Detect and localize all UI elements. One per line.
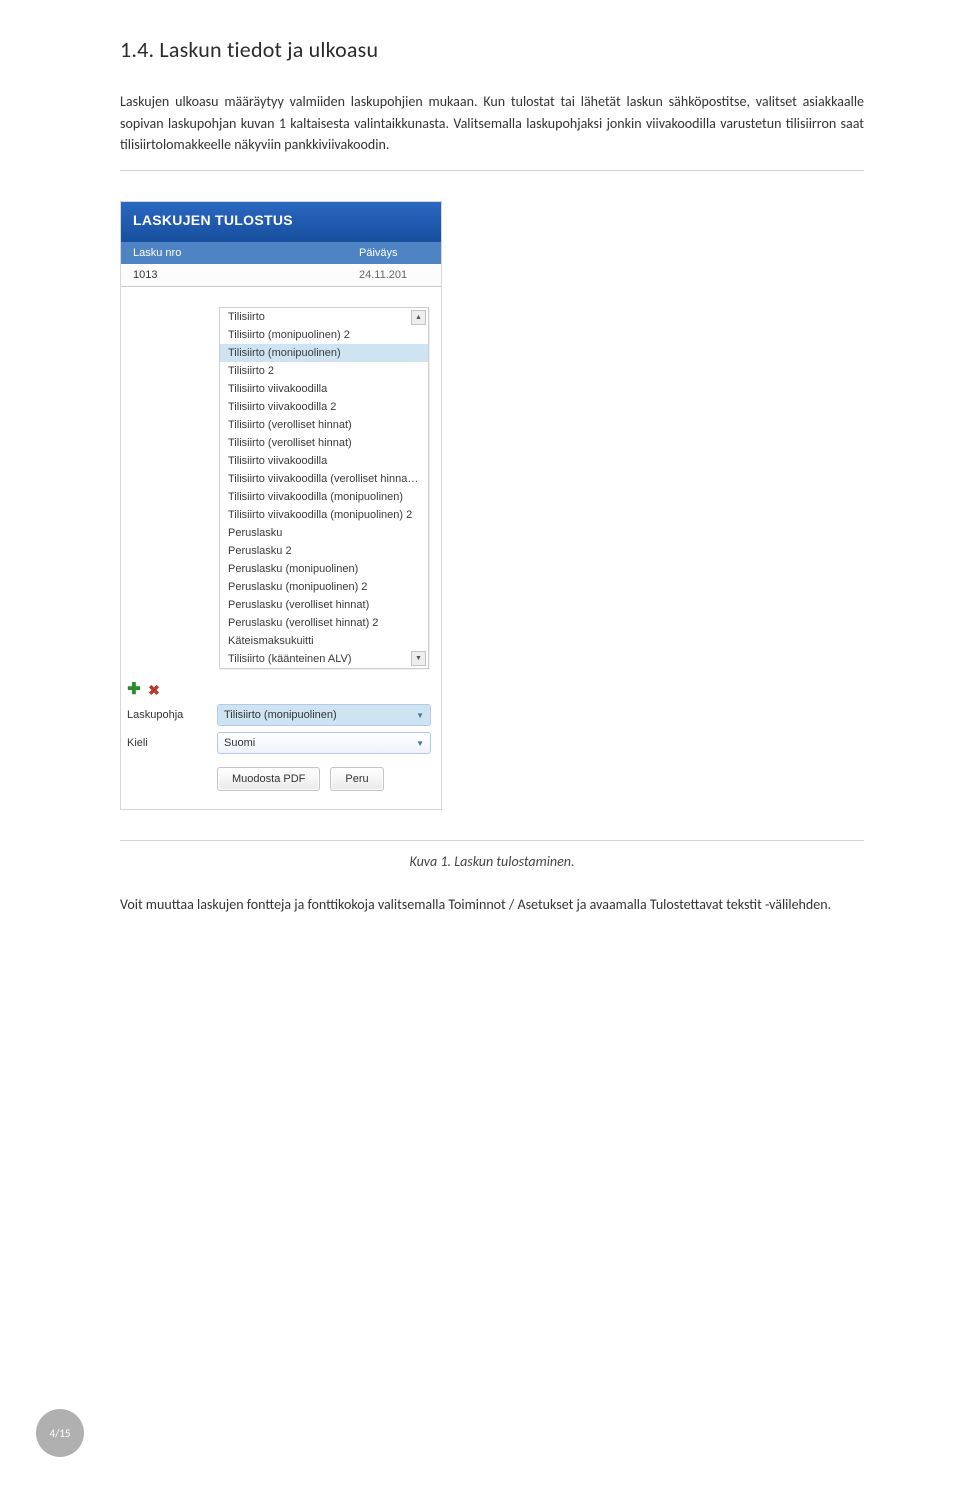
figure-caption: Kuva 1. Laskun tulostaminen. xyxy=(120,853,864,870)
paragraph-1: Laskujen ulkoasu määräytyy valmiiden las… xyxy=(120,91,864,156)
paragraph-2: Voit muuttaa laskujen fontteja ja fontti… xyxy=(120,894,864,916)
dropdown-option[interactable]: Peruslasku (verolliset hinnat) 2 xyxy=(220,614,428,632)
muodosta-pdf-button[interactable]: Muodosta PDF xyxy=(217,767,320,791)
dropdown-option[interactable]: Tilisiirto viivakoodilla (monipuolinen) xyxy=(220,488,428,506)
dropdown-option[interactable]: Tilisiirto viivakoodilla 2 xyxy=(220,398,428,416)
row-kieli: Kieli Suomi ▼ xyxy=(121,729,441,757)
select-kieli-value: Suomi xyxy=(224,737,255,749)
delete-icon[interactable]: ✖ xyxy=(147,683,161,697)
chevron-down-icon: ▼ xyxy=(416,739,424,748)
dropdown-option[interactable]: Tilisiirto viivakoodilla (monipuolinen) … xyxy=(220,506,428,524)
screenshot: LASKUJEN TULOSTUS Lasku nro Päiväys 1013… xyxy=(120,201,442,810)
dropdown-option[interactable]: Tilisiirto viivakoodilla xyxy=(220,452,428,470)
dropdown-option[interactable]: Peruslasku 2 xyxy=(220,542,428,560)
table-row[interactable]: 1013 24.11.201 xyxy=(121,264,441,287)
dropdown-option[interactable]: Peruslasku xyxy=(220,524,428,542)
label-laskupohja: Laskupohja xyxy=(127,709,209,721)
laskupohja-dropdown-list[interactable]: ▲ TilisiirtoTilisiirto (monipuolinen) 2T… xyxy=(219,307,429,669)
button-row: Muodosta PDF Peru xyxy=(121,757,441,809)
section-heading: 1.4. Laskun tiedot ja ulkoasu xyxy=(120,36,864,63)
dropdown-option[interactable]: Tilisiirto viivakoodilla xyxy=(220,380,428,398)
select-laskupohja-value: Tilisiirto (monipuolinen) xyxy=(224,709,337,721)
dropdown-option[interactable]: Tilisiirto viivakoodilla (verolliset hin… xyxy=(220,470,428,488)
cell-lasku-nro: 1013 xyxy=(133,269,359,281)
dropdown-option[interactable]: Tilisiirto (monipuolinen) 2 xyxy=(220,326,428,344)
dropdown-option[interactable]: Peruslasku (monipuolinen) 2 xyxy=(220,578,428,596)
dropdown-option[interactable]: Käteismaksukuitti xyxy=(220,632,428,650)
window-title: LASKUJEN TULOSTUS xyxy=(121,202,441,242)
dropdown-option[interactable]: Peruslasku (monipuolinen) xyxy=(220,560,428,578)
page-number-badge: 4/15 xyxy=(36,1409,84,1457)
peru-button[interactable]: Peru xyxy=(330,767,383,791)
dropdown-option[interactable]: Tilisiirto xyxy=(220,308,428,326)
chevron-down-icon: ▼ xyxy=(416,711,424,720)
dropdown-option[interactable]: Tilisiirto (monipuolinen) xyxy=(220,344,428,362)
table-header: Lasku nro Päiväys xyxy=(121,242,441,264)
col-header-paivays: Päiväys xyxy=(359,247,429,259)
figure-wrap: LASKUJEN TULOSTUS Lasku nro Päiväys 1013… xyxy=(120,170,864,841)
icon-row: ✚ ✖ xyxy=(121,679,441,701)
col-header-lasku-nro: Lasku nro xyxy=(133,247,359,259)
label-kieli: Kieli xyxy=(127,737,209,749)
dropdown-option[interactable]: Tilisiirto (käänteinen ALV) xyxy=(220,650,428,668)
dropdown-option[interactable]: Tilisiirto (verolliset hinnat) xyxy=(220,416,428,434)
row-laskupohja: Laskupohja Tilisiirto (monipuolinen) ▼ xyxy=(121,701,441,729)
cell-paivays: 24.11.201 xyxy=(359,269,429,281)
dropdown-option[interactable]: Peruslasku (verolliset hinnat) xyxy=(220,596,428,614)
plus-icon[interactable]: ✚ xyxy=(127,683,141,697)
scroll-up-icon[interactable]: ▲ xyxy=(411,310,426,325)
scroll-down-icon[interactable]: ▼ xyxy=(411,651,426,666)
dropdown-option[interactable]: Tilisiirto (verolliset hinnat) xyxy=(220,434,428,452)
select-laskupohja[interactable]: Tilisiirto (monipuolinen) ▼ xyxy=(217,704,431,726)
dropdown-option[interactable]: Tilisiirto 2 xyxy=(220,362,428,380)
select-kieli[interactable]: Suomi ▼ xyxy=(217,732,431,754)
